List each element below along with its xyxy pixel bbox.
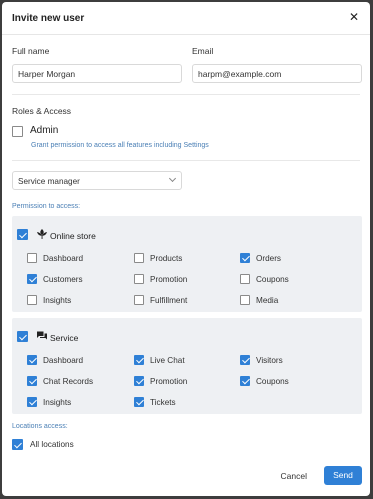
role-select-value: Service manager: [18, 177, 80, 186]
online-store-promotion-checkbox[interactable]: [134, 274, 144, 284]
admin-checkbox[interactable]: [12, 126, 23, 137]
service-visitors-label: Visitors: [256, 356, 283, 365]
service-promotion-label: Promotion: [150, 377, 188, 386]
online-store-customers-checkbox[interactable]: [27, 274, 37, 284]
online-store-media-checkbox[interactable]: [240, 295, 250, 305]
dialog-title: Invite new user: [12, 13, 85, 24]
leaf-icon: [36, 228, 48, 240]
divider: [12, 160, 360, 161]
locations-caption: Locations access:: [12, 423, 68, 430]
all-locations-label: All locations: [30, 440, 74, 449]
email-input[interactable]: [192, 64, 362, 83]
dialog-header: Invite new user ✕: [2, 2, 370, 35]
online-store-products-label: Products: [150, 254, 183, 263]
service-tickets-label: Tickets: [150, 398, 176, 407]
online-store-customers-label: Customers: [43, 275, 83, 284]
service-live-chat-label: Live Chat: [150, 356, 185, 365]
service-coupons-label: Coupons: [256, 377, 289, 386]
online-store-insights-label: Insights: [43, 296, 72, 305]
service-coupons-checkbox[interactable]: [240, 376, 250, 386]
chevron-down-icon: [168, 174, 177, 183]
admin-label: Admin: [30, 125, 59, 136]
service-chat-records-checkbox[interactable]: [27, 376, 37, 386]
service-panel: Service Dashboard Live Chat Visitors Cha…: [12, 318, 362, 414]
roles-heading: Roles & Access: [12, 106, 72, 116]
service-chat-records-label: Chat Records: [43, 377, 94, 386]
send-button[interactable]: Send: [324, 466, 362, 485]
cancel-button[interactable]: Cancel: [275, 467, 313, 485]
service-label: Service: [50, 333, 79, 343]
online-store-coupons-label: Coupons: [256, 275, 289, 284]
online-store-dashboard-label: Dashboard: [43, 254, 84, 263]
online-store-fulfillment-checkbox[interactable]: [134, 295, 144, 305]
service-live-chat-checkbox[interactable]: [134, 355, 144, 365]
online-store-checkbox[interactable]: [17, 229, 28, 240]
all-locations-checkbox[interactable]: [12, 439, 23, 450]
admin-hint: Grant permission to access all features …: [31, 142, 209, 149]
service-insights-checkbox[interactable]: [27, 397, 37, 407]
role-select[interactable]: Service manager: [12, 171, 182, 190]
service-promotion-checkbox[interactable]: [134, 376, 144, 386]
email-label: Email: [192, 46, 214, 56]
service-checkbox[interactable]: [17, 331, 28, 342]
online-store-label: Online store: [50, 231, 96, 241]
service-insights-label: Insights: [43, 398, 72, 407]
close-icon[interactable]: ✕: [346, 9, 362, 25]
online-store-insights-checkbox[interactable]: [27, 295, 37, 305]
online-store-fulfillment-label: Fulfillment: [150, 296, 188, 305]
full-name-input[interactable]: [12, 64, 182, 83]
full-name-label: Full name: [12, 46, 50, 56]
divider: [12, 94, 360, 95]
online-store-products-checkbox[interactable]: [134, 253, 144, 263]
chat-icon: [36, 330, 48, 342]
online-store-dashboard-checkbox[interactable]: [27, 253, 37, 263]
service-dashboard-label: Dashboard: [43, 356, 84, 365]
online-store-panel: Online store Dashboard Products Orders C…: [12, 216, 362, 312]
online-store-media-label: Media: [256, 296, 279, 305]
online-store-orders-label: Orders: [256, 254, 282, 263]
service-visitors-checkbox[interactable]: [240, 355, 250, 365]
service-tickets-checkbox[interactable]: [134, 397, 144, 407]
online-store-coupons-checkbox[interactable]: [240, 274, 250, 284]
service-dashboard-checkbox[interactable]: [27, 355, 37, 365]
online-store-promotion-label: Promotion: [150, 275, 188, 284]
permissions-caption: Permission to access:: [12, 203, 81, 210]
online-store-orders-checkbox[interactable]: [240, 253, 250, 263]
invite-user-dialog: Invite new user ✕ Full name Email Roles …: [2, 2, 370, 496]
